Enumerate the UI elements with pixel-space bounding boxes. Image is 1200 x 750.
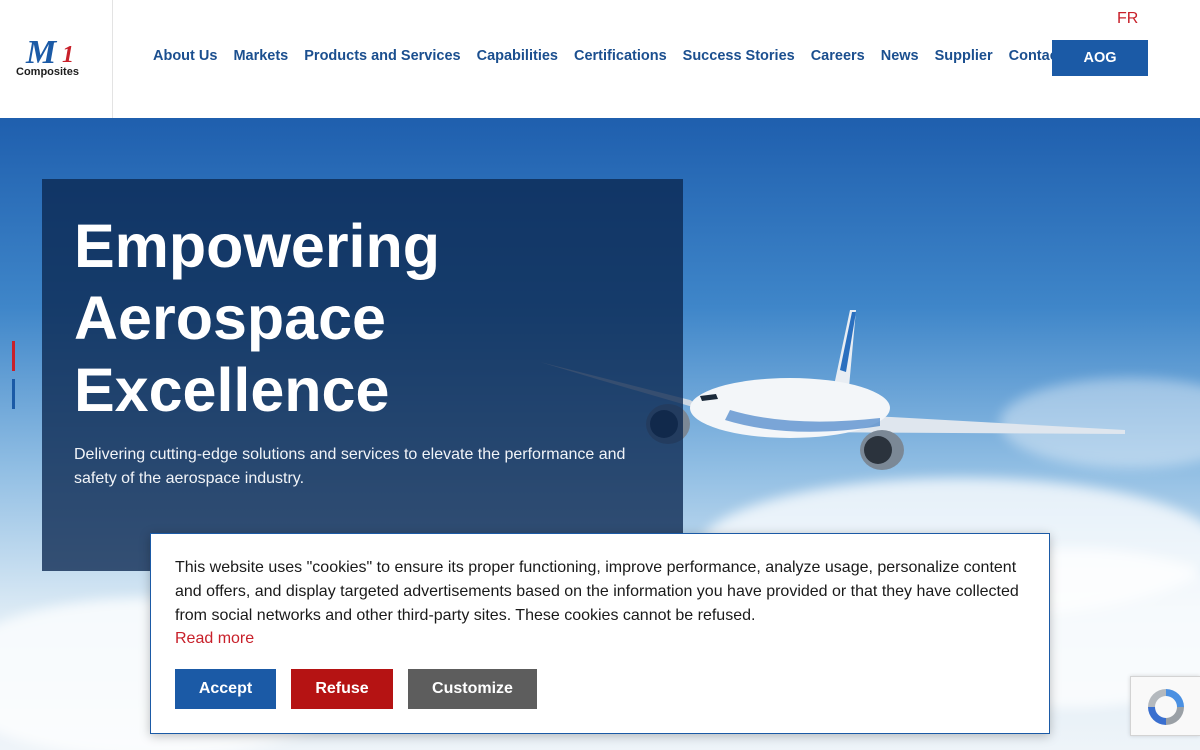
accept-button[interactable]: Accept: [175, 669, 276, 709]
nav-products-services[interactable]: Products and Services: [304, 48, 460, 64]
site-header: M 1 Composites FR About Us Markets Produ…: [0, 0, 1200, 118]
nav-news[interactable]: News: [881, 48, 919, 64]
recaptcha-icon: [1148, 689, 1184, 725]
nav-supplier[interactable]: Supplier: [935, 48, 993, 64]
logo-link[interactable]: M 1 Composites: [0, 0, 113, 118]
nav-capabilities[interactable]: Capabilities: [477, 48, 558, 64]
nav-about-us[interactable]: About Us: [153, 48, 217, 64]
main-nav: About Us Markets Products and Services C…: [153, 48, 1063, 64]
cookie-banner: This website uses "cookies" to ensure it…: [150, 533, 1050, 734]
nav-success-stories[interactable]: Success Stories: [683, 48, 795, 64]
cookie-text: This website uses "cookies" to ensure it…: [175, 559, 1019, 624]
recaptcha-badge[interactable]: [1130, 676, 1200, 736]
refuse-button[interactable]: Refuse: [291, 669, 393, 709]
customize-button[interactable]: Customize: [408, 669, 537, 709]
hero-subtitle: Delivering cutting-edge solutions and se…: [74, 446, 626, 487]
language-toggle[interactable]: FR: [1117, 10, 1138, 28]
nav-markets[interactable]: Markets: [233, 48, 288, 64]
slider-indicator-active[interactable]: [12, 341, 15, 371]
cookie-read-more-link[interactable]: Read more: [175, 630, 254, 648]
slider-indicator[interactable]: [12, 379, 15, 409]
hero-title: Empowering Aerospace Excellence: [74, 212, 441, 424]
nav-careers[interactable]: Careers: [811, 48, 865, 64]
logo-digit: 1: [62, 42, 74, 68]
aog-button[interactable]: AOG: [1052, 40, 1148, 76]
logo-text: Composites: [16, 66, 79, 78]
nav-certifications[interactable]: Certifications: [574, 48, 667, 64]
